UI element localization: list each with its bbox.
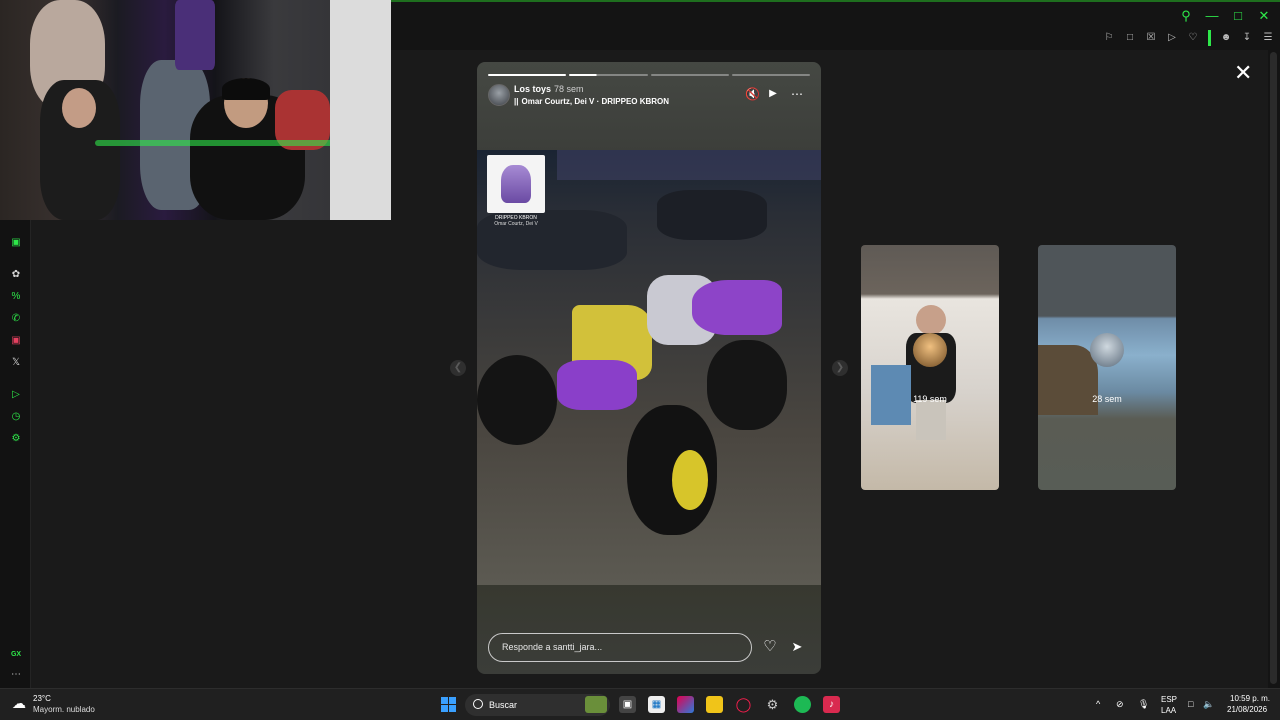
snapshot-icon[interactable]: □ <box>1124 32 1136 44</box>
story-time-ago: 78 sem <box>554 84 584 94</box>
avatar <box>1090 333 1124 367</box>
microphone-icon[interactable]: 🎙 <box>1138 699 1149 710</box>
opera-gx-icon[interactable]: ◯ <box>735 696 752 713</box>
story-thumbnail[interactable]: 119 sem <box>861 245 999 490</box>
percent-icon[interactable]: % <box>9 290 23 304</box>
more-icon[interactable]: ⋯ <box>9 668 23 682</box>
file-explorer-icon[interactable] <box>706 696 723 713</box>
x-icon[interactable]: 𝕏 <box>9 356 23 370</box>
spotify-icon[interactable] <box>794 696 811 713</box>
weather-description[interactable]: Mayorm. nublado <box>33 705 95 714</box>
avatar[interactable] <box>488 84 510 106</box>
avatar <box>913 333 947 367</box>
instagram-icon[interactable]: ▣ <box>9 334 23 348</box>
sticker-artist: Omar Courtz, Dei V <box>494 221 538 227</box>
story-time-ago: 119 sem <box>913 394 947 404</box>
shield-icon[interactable]: ☒ <box>1145 32 1157 44</box>
browser-sidebar: ▣ ✿ % ✆ ▣ 𝕏 ▷ ◷ ⚙ GX ⋯ <box>0 220 31 688</box>
gx-label[interactable]: GX <box>9 648 23 662</box>
story-username[interactable]: Los toys <box>514 84 551 94</box>
progress-segment <box>488 74 567 76</box>
store-icon[interactable]: ▦ <box>648 696 665 713</box>
story-time-ago: 28 sem <box>1092 394 1122 404</box>
office-icon[interactable] <box>677 696 694 713</box>
start-button[interactable] <box>441 697 456 712</box>
progress-segment <box>569 74 648 76</box>
scrollbar-thumb[interactable] <box>1270 52 1277 684</box>
history-icon[interactable]: ◷ <box>9 410 23 424</box>
story-progress-bar <box>488 74 810 76</box>
volume-icon[interactable]: 🔈 <box>1203 699 1214 710</box>
music-sticker[interactable]: DRIPPEO KBRON Omar Courtz, Dei V <box>487 155 545 227</box>
music-label: Omar Courtz, Dei V · DRIPPEO KBRON <box>521 97 670 106</box>
account-icon[interactable]: ☻ <box>1220 32 1232 44</box>
chevron-up-icon[interactable]: ^ <box>1096 699 1100 709</box>
story-thumbnail[interactable]: 28 sem <box>1038 245 1176 490</box>
display-icon[interactable]: □ <box>1188 699 1193 709</box>
reply-input[interactable]: Responde a santti_jara... <box>488 633 752 662</box>
task-view-icon[interactable]: ▣ <box>619 696 636 713</box>
heart-icon[interactable]: ♡ <box>1187 32 1199 44</box>
clock-date[interactable]: 21/08/2026 <box>1227 705 1267 714</box>
more-options-button[interactable]: ⋯ <box>790 87 804 101</box>
play-button[interactable]: ▶ <box>766 87 780 101</box>
search-icon <box>473 699 483 709</box>
gamepad-icon[interactable]: ▣ <box>9 236 23 250</box>
like-button[interactable]: ♡ <box>762 639 778 655</box>
close-icon[interactable]: ✕ <box>1234 62 1252 84</box>
story-music[interactable]: || Omar Courtz, Dei V · DRIPPEO KBRON <box>514 97 669 106</box>
search-icon[interactable]: ⚲ <box>1178 8 1194 24</box>
weather-cloud-icon[interactable]: ☁ <box>12 696 30 710</box>
tiktok-icon[interactable]: ♪ <box>823 696 840 713</box>
previous-story-button[interactable]: ❮ <box>450 360 466 376</box>
separator-accent <box>1208 30 1211 46</box>
window-controls: ⚲ — □ ✕ <box>1178 8 1272 24</box>
windows-taskbar: ☁ 23°C Mayorm. nublado Buscar ▣ ▦ ◯ ⚙ ♪ … <box>0 688 1280 720</box>
chatgpt-icon[interactable]: ✿ <box>9 268 23 282</box>
webcam-overlay <box>0 0 391 220</box>
steam-icon[interactable]: ⚙ <box>764 696 781 713</box>
share-button[interactable]: ➤ <box>789 639 805 655</box>
weather-temperature[interactable]: 23°C <box>33 694 51 703</box>
keyboard-layout[interactable]: LAA <box>1161 706 1176 715</box>
browser-top-bar: ⚲ — □ ✕ ⚐ □ ☒ ▷ ♡ ☻ ↧ ☰ <box>391 0 1280 50</box>
mute-button[interactable]: 🔇 <box>745 87 760 101</box>
maximize-button[interactable]: □ <box>1230 8 1246 24</box>
pin-icon[interactable]: ⚐ <box>1103 32 1115 44</box>
search-highlight-icon[interactable] <box>585 696 607 713</box>
network-off-icon[interactable]: ⊘ <box>1116 699 1124 710</box>
menu-icon[interactable]: ☰ <box>1262 32 1274 44</box>
music-bars-icon: || <box>514 97 519 106</box>
download-icon[interactable]: ↧ <box>1241 32 1253 44</box>
progress-segment <box>650 74 729 76</box>
story-photo: DRIPPEO KBRON Omar Courtz, Dei V <box>477 150 821 585</box>
close-window-button[interactable]: ✕ <box>1256 8 1272 24</box>
play-icon[interactable]: ▷ <box>1166 32 1178 44</box>
progress-segment <box>731 74 810 76</box>
language-indicator[interactable]: ESP <box>1161 695 1177 704</box>
play-icon[interactable]: ▷ <box>9 388 23 402</box>
next-story-button[interactable]: ❯ <box>832 360 848 376</box>
story-viewer: Los toys 78 sem || Omar Courtz, Dei V · … <box>477 62 821 674</box>
settings-icon[interactable]: ⚙ <box>9 432 23 446</box>
minimize-button[interactable]: — <box>1204 8 1220 24</box>
browser-toolbar: ⚐ □ ☒ ▷ ♡ ☻ ↧ ☰ <box>1103 30 1274 46</box>
clock-time[interactable]: 10:59 p. m. <box>1230 694 1270 703</box>
album-art <box>487 155 545 213</box>
whatsapp-icon[interactable]: ✆ <box>9 312 23 326</box>
